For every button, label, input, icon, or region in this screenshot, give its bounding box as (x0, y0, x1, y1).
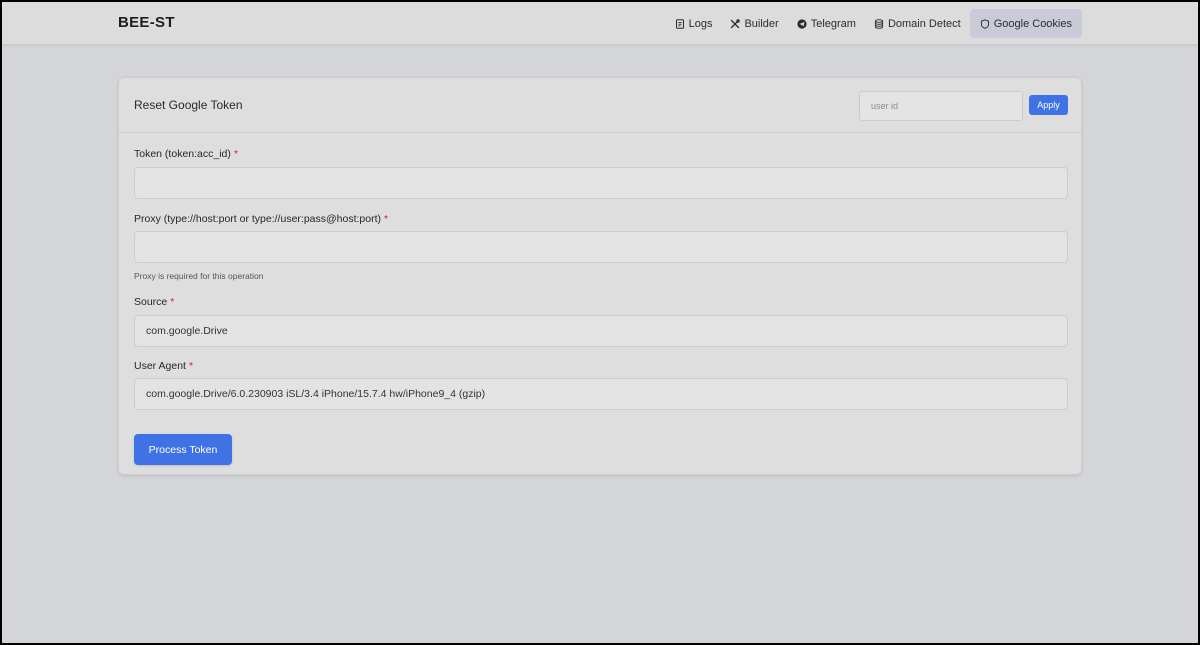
nav-item-domain-detect[interactable]: Domain Detect (865, 9, 970, 38)
nav-label: Builder (744, 17, 779, 30)
top-navbar: BEE-ST Logs Builder Telegram Domain Dete… (2, 2, 1198, 45)
user-agent-label: User Agent * (134, 360, 194, 372)
nav-label: Logs (688, 17, 713, 30)
card-header: Reset Google Token Apply (119, 78, 1081, 133)
required-marker: * (233, 148, 238, 160)
apply-button[interactable]: Apply (1029, 95, 1068, 115)
nav-label: Google Cookies (993, 17, 1072, 30)
nav-label: Telegram (810, 17, 856, 30)
nav-item-telegram[interactable]: Telegram (788, 9, 865, 38)
telegram-icon (797, 18, 807, 29)
user-agent-input[interactable] (134, 378, 1068, 410)
card-title: Reset Google Token (134, 98, 243, 112)
token-label: Token (token:acc_id) * (134, 148, 238, 160)
file-text-icon (675, 18, 684, 29)
token-input[interactable] (134, 167, 1068, 199)
tools-icon (731, 18, 741, 28)
required-marker: * (170, 296, 175, 308)
main-nav: Logs Builder Telegram Domain Detect Goog… (666, 9, 1082, 38)
user-id-input[interactable] (859, 91, 1023, 121)
shield-icon (980, 18, 989, 29)
app-window: BEE-ST Logs Builder Telegram Domain Dete… (2, 2, 1198, 643)
source-label: Source * (134, 296, 175, 308)
nav-label: Domain Detect (887, 17, 961, 30)
required-marker: * (188, 360, 194, 372)
required-marker: * (384, 213, 389, 225)
source-input[interactable] (134, 315, 1068, 347)
nav-item-logs[interactable]: Logs (666, 9, 722, 38)
proxy-input[interactable] (134, 231, 1068, 263)
reset-token-card: Reset Google Token Apply Token (token:ac… (118, 77, 1082, 475)
nav-item-builder[interactable]: Builder (721, 9, 787, 38)
nav-item-google-cookies[interactable]: Google Cookies (969, 9, 1082, 38)
proxy-label: Proxy (type://host:port or type://user:p… (134, 213, 389, 225)
brand-logo[interactable]: BEE-ST (118, 14, 175, 31)
proxy-hint: Proxy is required for this operation (134, 271, 264, 281)
process-token-button[interactable]: Process Token (134, 434, 232, 465)
database-icon (874, 18, 884, 29)
